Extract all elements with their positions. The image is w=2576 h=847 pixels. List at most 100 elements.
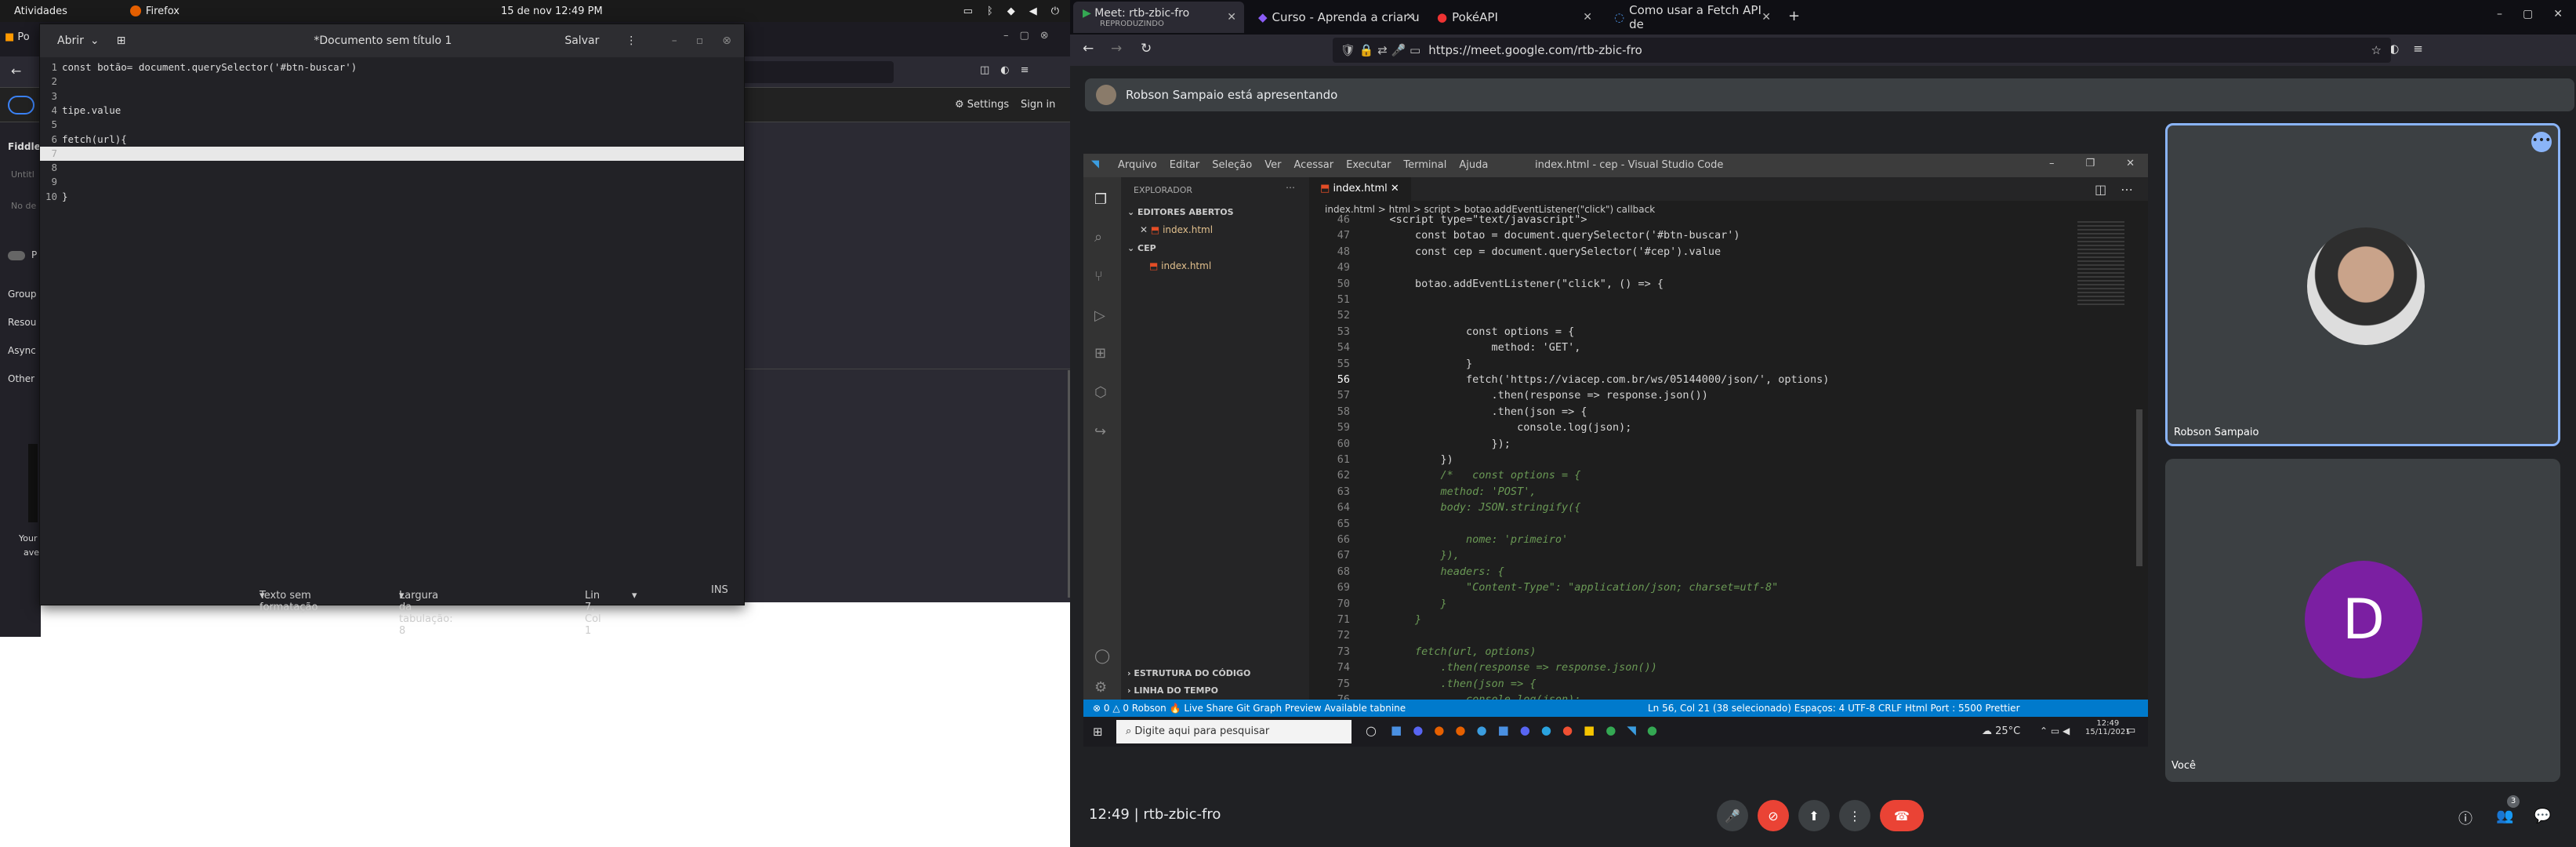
code-line[interactable]: 74 .then(response => response.json()) [1309, 660, 2093, 675]
win-clock[interactable]: 12:49 15/11/2021 [2085, 719, 2131, 736]
close-icon[interactable]: ⊗ [722, 35, 731, 47]
minimize-icon[interactable]: – [672, 35, 677, 47]
app-icon[interactable]: ● [1455, 723, 1465, 737]
outline-section[interactable]: › ESTRUTURA DO CÓDIGO [1127, 668, 1250, 678]
info-icon[interactable]: ⓘ [2458, 808, 2473, 828]
forward-arrow-icon[interactable]: → [1111, 41, 1122, 56]
code-line[interactable]: 50 botao.addEventListener("click", () =>… [1309, 276, 2093, 292]
code-line[interactable]: 53 const options = { [1309, 324, 2093, 340]
gedit-text-area[interactable]: 1 const botão= document.querySelector('#b… [40, 57, 744, 575]
code-line[interactable]: 49 [1309, 260, 2093, 275]
close-icon[interactable]: ✕ [1140, 224, 1148, 235]
windows-start-icon[interactable]: ⊞ [1093, 725, 1103, 739]
taskbar-search[interactable]: ⌕ Digite aqui para pesquisar [1116, 720, 1351, 743]
minimize-icon[interactable]: – [2497, 8, 2502, 20]
app-icon[interactable]: ● [1647, 723, 1657, 737]
menu-item[interactable]: Ver [1264, 159, 1281, 171]
code-line[interactable]: 52 [1309, 307, 2093, 323]
code-line[interactable]: 47 const botao = document.querySelector(… [1309, 227, 2093, 243]
open-editors-section[interactable]: ⌄ EDITORES ABERTOS [1127, 207, 1234, 217]
task-view-icon[interactable]: ○ [1366, 723, 1377, 738]
editor-tab[interactable]: ⬒ index.html ✕ [1309, 177, 1411, 201]
sidebar-item-async[interactable]: Async [8, 345, 36, 356]
reload-icon[interactable]: ↻ [1141, 41, 1152, 56]
code-line[interactable]: 73 fetch(url, options) [1309, 644, 2093, 660]
code-line[interactable]: 5 [40, 118, 744, 132]
back-arrow-icon[interactable]: ← [1083, 41, 1094, 56]
close-icon[interactable]: ✕ [2126, 158, 2135, 169]
close-icon[interactable]: ✕ [1227, 11, 1236, 24]
run-debug-icon[interactable]: ▷ [1094, 307, 1105, 324]
code-line[interactable]: 66 nome: 'primeiro' [1309, 532, 2093, 547]
menu-item[interactable]: Acessar [1293, 159, 1333, 171]
restore-icon[interactable]: ❐ [2086, 158, 2095, 169]
chat-icon[interactable]: 💬 [2534, 808, 2551, 824]
new-tab-icon[interactable]: + [1788, 8, 1800, 24]
source-control-icon[interactable]: ⑂ [1094, 268, 1103, 285]
more-button[interactable]: ⋮ [1839, 800, 1870, 831]
code-line[interactable]: 65 [1309, 516, 2093, 532]
kebab-menu-icon[interactable]: ⋮ [626, 35, 637, 47]
back-arrow-icon[interactable]: ← [11, 64, 21, 78]
app-icon[interactable]: ◥ [1627, 723, 1636, 737]
sidebar-item-other[interactable]: Other [8, 373, 34, 384]
code-line[interactable]: 70 } [1309, 596, 2093, 612]
explorer-icon[interactable]: ❐ [1094, 191, 1107, 208]
menu-item[interactable]: Ajuda [1459, 159, 1488, 171]
firefox-window-controls[interactable]: – ▢ ⊗ [1003, 30, 1049, 42]
code-line[interactable]: 9 [40, 175, 744, 189]
code-line[interactable]: 61 }) [1309, 452, 2093, 467]
camera-button[interactable]: ⊘ [1758, 800, 1789, 831]
code-line[interactable]: 4 tipe.value [40, 104, 744, 118]
code-line[interactable]: 57 .then(response => response.json()) [1309, 387, 2093, 403]
code-line[interactable]: 55 } [1309, 356, 2093, 372]
more-icon[interactable]: ⋯ [1286, 182, 1295, 193]
editor-scrollbar[interactable] [2136, 409, 2142, 566]
app-icon[interactable]: ● [1413, 723, 1423, 737]
code-line[interactable]: 6 fetch(url){ [40, 133, 744, 147]
remote-icon[interactable]: ⬡ [1094, 384, 1107, 401]
weather-widget[interactable]: ☁ 25°C [1982, 725, 2020, 737]
sidebar-item-groups[interactable]: Group [8, 289, 37, 300]
minimize-icon[interactable]: – [2049, 158, 2055, 169]
menu-item[interactable]: Terminal [1403, 159, 1446, 171]
open-editor-item[interactable]: ✕ ⬒ index.html [1140, 224, 1213, 235]
code-line[interactable]: 3 [40, 89, 744, 104]
close-icon[interactable]: ✕ [1391, 183, 1399, 194]
settings-link[interactable]: ⚙ Settings [955, 99, 1009, 111]
menu-item[interactable]: Arquivo [1118, 159, 1157, 171]
code-line[interactable]: 46 <script type="text/javascript"> [1309, 212, 2093, 227]
maximize-icon[interactable]: ▢ [2523, 8, 2533, 20]
menu-item[interactable]: Executar [1346, 159, 1391, 171]
tab-curso[interactable]: ◆ Curso - Aprenda a criar u ✕ [1249, 2, 1423, 33]
tab-fetch-api[interactable]: ◌ Como usar a Fetch API de ✕ [1605, 2, 1779, 33]
live-share-icon[interactable]: ↪ [1094, 424, 1106, 440]
code-line[interactable]: 2 [40, 75, 744, 89]
code-line[interactable]: 8 [40, 161, 744, 175]
more-options-icon[interactable]: ••• [2531, 132, 2552, 152]
code-line[interactable]: 59 console.log(json); [1309, 420, 2093, 435]
code-line[interactable]: 54 method: 'GET', [1309, 340, 2093, 355]
split-editor-icon[interactable]: ◫ [2095, 182, 2106, 197]
close-icon[interactable]: ✕ [2553, 8, 2563, 20]
clock[interactable]: 15 de nov 12:49 PM [501, 5, 603, 17]
toggle-switch[interactable] [8, 251, 25, 260]
status-left[interactable]: ⊗ 0 △ 0 Robson 🔥 Live Share Git Graph Pr… [1093, 700, 1406, 717]
present-button[interactable]: ⬆ [1798, 800, 1830, 831]
settings-gear-icon[interactable]: ⚙ [1094, 679, 1107, 696]
menu-item[interactable]: Seleção [1212, 159, 1252, 171]
code-line[interactable]: 7 [40, 146, 744, 161]
close-icon[interactable]: ⊗ [1040, 30, 1049, 42]
close-icon[interactable]: ✕ [1583, 11, 1592, 24]
folder-section[interactable]: ⌄ CEP [1127, 243, 1156, 253]
minimize-icon[interactable]: – [1003, 30, 1009, 42]
code-line[interactable]: 75 .then(json => { [1309, 676, 2093, 692]
more-icon[interactable]: ⋯ [2121, 182, 2133, 197]
extension-icon[interactable]: ◐ [1000, 64, 1009, 76]
end-call-button[interactable]: ☎ [1880, 800, 1924, 831]
app-icon[interactable]: ● [1434, 723, 1444, 737]
save-button[interactable]: Salvar [564, 35, 599, 47]
code-line[interactable]: 72 [1309, 627, 2093, 643]
microphone-button[interactable]: 🎤 [1717, 800, 1748, 831]
participant-tile-robson[interactable]: ••• Robson Sampaio [2165, 123, 2560, 446]
